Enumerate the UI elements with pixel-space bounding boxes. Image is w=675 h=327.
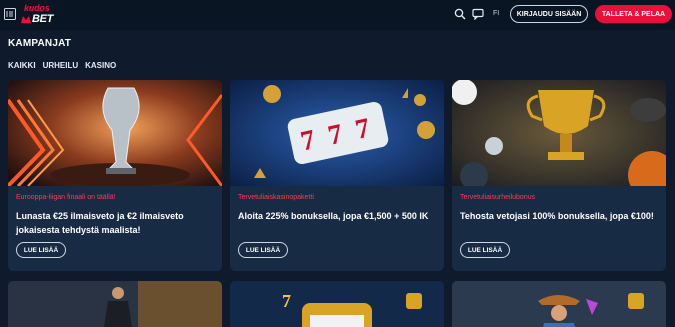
promo-card[interactable] [452,281,666,327]
promo-card[interactable]: 777 Tervetuliaiskasinopaketti Aloita 225… [230,80,444,271]
promo-title: Tehosta vetojasi 100% bonuksella, jopa €… [460,211,654,221]
promo-card[interactable]: Eurooppa-liigan finaali on täällä! Lunas… [8,80,222,271]
chat-icon[interactable] [472,8,484,20]
tab-all[interactable]: KAIKKI [8,61,36,70]
promo-image-football-player [8,281,222,327]
promo-image-slot-machine: 7 [230,281,444,327]
read-more-button[interactable]: LUE LISÄÄ [460,242,510,258]
promo-tag: Eurooppa-liigan finaali on täällä! [16,194,116,201]
promo-card[interactable]: Tervetuliaisurheilubonus Tehosta vetojas… [452,80,666,271]
read-more-button[interactable]: LUE LISÄÄ [16,242,66,258]
top-bar: kudos BET FI KIRJAUDU SISÄÄN TALLETA & P… [0,0,675,30]
deposit-button[interactable]: TALLETA & PELAA [595,5,672,23]
menu-toggle-icon[interactable] [4,8,16,20]
language-selector[interactable]: FI [493,10,499,17]
logo-top-text: kudos [24,3,50,13]
logo-bottom-text: BET [32,13,54,25]
promo-tag: Tervetuliaiskasinopaketti [238,194,314,201]
read-more-button[interactable]: LUE LISÄÄ [238,242,288,258]
tab-casino[interactable]: KASINO [85,61,116,70]
tab-sports[interactable]: URHEILU [43,61,79,70]
promo-image-slot-777: 777 [230,80,444,186]
promo-title: Lunasta €25 ilmaisveto ja €2 ilmaisveto … [16,211,184,235]
page-title: KAMPANJAT [8,38,72,49]
promo-title: Aloita 225% bonuksella, jopa €1,500 + 50… [238,211,429,221]
promo-image-cowboy [452,281,666,327]
filter-tabs: KAIKKI URHEILU KASINO [8,61,116,70]
brand-logo[interactable]: kudos BET [20,3,62,27]
logo-mark [21,16,31,23]
search-icon[interactable] [454,8,466,20]
login-button[interactable]: KIRJAUDU SISÄÄN [510,5,588,23]
promo-image-sports-trophy [452,80,666,186]
promo-card[interactable] [8,281,222,327]
svg-text:7: 7 [282,291,291,311]
promo-tag: Tervetuliaisurheilubonus [460,194,536,201]
promo-image-europa-trophy [8,80,222,186]
promo-card[interactable]: 7 [230,281,444,327]
